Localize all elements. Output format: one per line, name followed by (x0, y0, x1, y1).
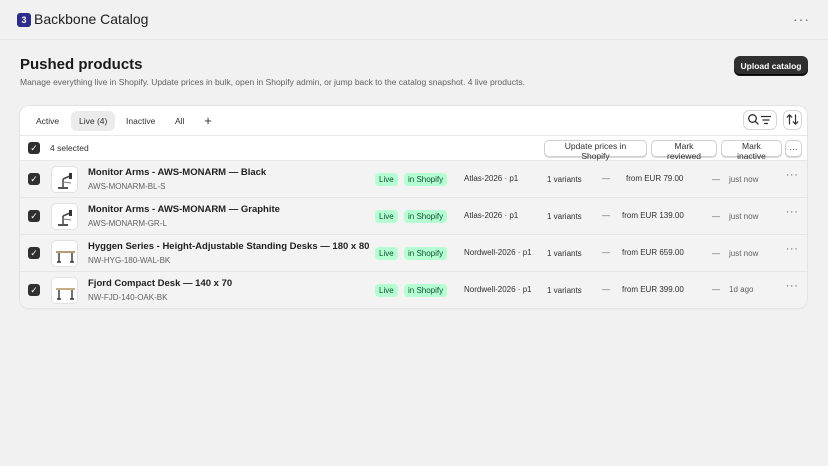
monitor-arm-icon (58, 173, 72, 189)
add-view-icon[interactable]: + (201, 111, 215, 131)
desk-icon (56, 251, 75, 263)
status-badge: Live (375, 284, 398, 297)
tab-live[interactable]: Live (4) (71, 111, 116, 131)
channel-badge: in Shopify (404, 210, 448, 223)
product-thumbnail (51, 166, 78, 193)
tabs-bar: Active Live (4) Inactive All + (20, 106, 807, 136)
snapshot-cell[interactable]: Atlas-2026 · p1 (464, 174, 518, 183)
top-bar: 3 Backbone Catalog ··· (0, 0, 828, 40)
product-thumbnail (51, 203, 78, 230)
dash-cell: — (712, 249, 720, 258)
dash-cell: — (602, 285, 610, 294)
status-badge: Live (375, 247, 398, 260)
row-more-icon[interactable]: ··· (785, 169, 799, 183)
app-more-icon[interactable]: ··· (793, 12, 809, 28)
row-checkbox[interactable]: ✓ (28, 247, 40, 259)
updated-cell: 1d ago (729, 285, 754, 294)
product-sku: AWS-MONARM-GR-L (88, 219, 167, 228)
dash-cell: — (602, 248, 610, 257)
mark-reviewed-button[interactable]: Mark reviewed (651, 140, 717, 161)
search-filter-button[interactable] (743, 110, 777, 130)
page-title: Pushed products (20, 56, 143, 73)
row-checkbox[interactable]: ✓ (28, 210, 40, 222)
row-checkbox[interactable]: ✓ (28, 284, 40, 296)
updated-cell: just now (729, 249, 759, 258)
product-title[interactable]: Monitor Arms - AWS-MONARM — Graphite (88, 204, 280, 215)
product-sku: NW-FJD-140-OAK-BK (88, 293, 168, 302)
updated-cell: just now (729, 175, 759, 184)
upload-catalog-button[interactable]: Upload catalog (734, 56, 808, 75)
product-thumbnail (51, 240, 78, 267)
product-thumbnail (51, 277, 78, 304)
price-cell: from EUR 139.00 (622, 211, 684, 220)
channel-badge: in Shopify (404, 284, 448, 297)
product-title[interactable]: Hyggen Series - Height-Adjustable Standi… (88, 241, 369, 252)
row-checkbox[interactable]: ✓ (28, 173, 40, 185)
updated-cell: just now (729, 212, 759, 221)
channel-badge: in Shopify (404, 247, 448, 260)
snapshot-cell[interactable]: Nordwell-2026 · p1 (464, 285, 532, 294)
selected-count: 4 selected (50, 143, 89, 153)
tab-inactive[interactable]: Inactive (118, 111, 163, 131)
dash-cell: — (712, 212, 720, 221)
update-prices-button[interactable]: Update prices in Shopify (544, 140, 647, 161)
products-card: Active Live (4) Inactive All + ✓ 4 selec… (20, 106, 807, 308)
product-sku: AWS-MONARM-BL-S (88, 182, 166, 191)
app-logo-icon: 3 (17, 13, 31, 27)
bulk-actions-bar: ✓ 4 selected Update prices in Shopify Ma… (20, 136, 807, 161)
price-cell: from EUR 79.00 (626, 174, 684, 183)
table-row[interactable]: ✓ Monitor Arms - AWS-MONARM — Black AWS-… (20, 161, 807, 198)
table-row[interactable]: ✓ Monitor Arms - AWS-MONARM — Graphite A… (20, 198, 807, 235)
variants-cell: 1 variants (547, 249, 582, 258)
price-cell: from EUR 659.00 (622, 248, 684, 257)
dash-cell: — (602, 211, 610, 220)
select-all-checkbox[interactable]: ✓ (28, 142, 40, 154)
table-row[interactable]: ✓ Fjord Compact Desk — 140 x 70 NW-FJD-1… (20, 272, 807, 308)
status-badge: Live (375, 210, 398, 223)
row-more-icon[interactable]: ··· (785, 280, 799, 294)
row-more-icon[interactable]: ··· (785, 243, 799, 257)
monitor-arm-icon (58, 210, 72, 226)
desk-icon (56, 288, 75, 300)
page-subtitle: Manage everything live in Shopify. Updat… (20, 77, 525, 87)
app-title: Backbone Catalog (34, 11, 149, 27)
search-filter-icon (748, 114, 771, 125)
variants-cell: 1 variants (547, 212, 582, 221)
bulk-more-icon[interactable]: ··· (785, 140, 802, 157)
status-badge: Live (375, 173, 398, 186)
sort-button[interactable] (783, 110, 802, 130)
table-row[interactable]: ✓ Hyggen Series - Height-Adjustable Stan… (20, 235, 807, 272)
snapshot-cell[interactable]: Nordwell-2026 · p1 (464, 248, 532, 257)
product-title[interactable]: Fjord Compact Desk — 140 x 70 (88, 278, 232, 289)
snapshot-cell[interactable]: Atlas-2026 · p1 (464, 211, 518, 220)
dash-cell: — (712, 175, 720, 184)
tab-all[interactable]: All (167, 111, 192, 131)
price-cell: from EUR 399.00 (622, 285, 684, 294)
tab-active[interactable]: Active (28, 111, 67, 131)
sort-icon (786, 114, 799, 125)
variants-cell: 1 variants (547, 175, 582, 184)
dash-cell: — (712, 285, 720, 294)
row-more-icon[interactable]: ··· (785, 206, 799, 220)
product-sku: NW-HYG-180-WAL-BK (88, 256, 171, 265)
mark-inactive-button[interactable]: Mark inactive (721, 140, 782, 161)
product-title[interactable]: Monitor Arms - AWS-MONARM — Black (88, 167, 266, 178)
variants-cell: 1 variants (547, 286, 582, 295)
channel-badge: in Shopify (404, 173, 448, 186)
dash-cell: — (602, 174, 610, 183)
